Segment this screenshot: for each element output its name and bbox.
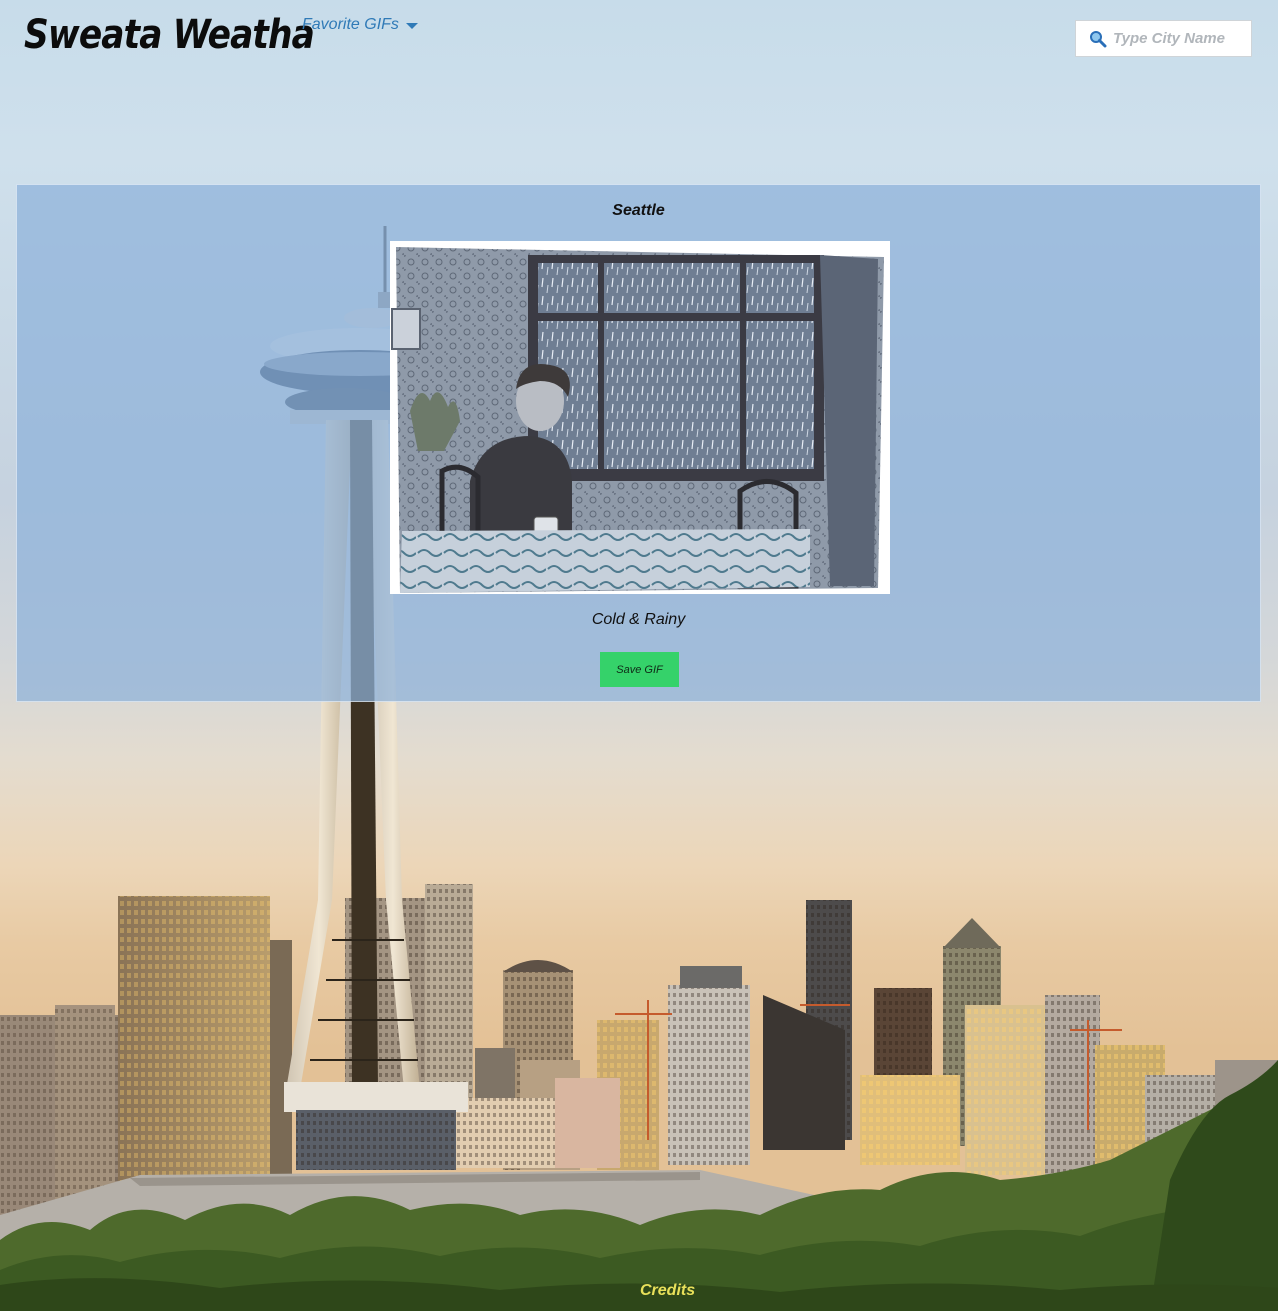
- weather-gif: [390, 241, 890, 594]
- save-gif-button[interactable]: Save GIF: [600, 652, 679, 687]
- credits-link[interactable]: Credits: [640, 1282, 695, 1300]
- city-search-box[interactable]: [1075, 20, 1252, 57]
- caret-down-icon: [405, 23, 418, 29]
- app-title: Sweata Weatha: [24, 12, 315, 58]
- favorite-gifs-dropdown[interactable]: Favorite GIFs: [302, 16, 418, 34]
- weather-condition: Cold & Rainy: [591, 611, 686, 628]
- search-icon: [1090, 30, 1107, 47]
- weather-card: Seattle Cold & Rainy Save GIF: [16, 184, 1261, 702]
- city-name: Seattle: [612, 202, 665, 219]
- city-search-input[interactable]: [1113, 30, 1245, 47]
- favorite-gifs-label: Favorite GIFs: [302, 16, 399, 33]
- rainy-window-illustration: [391, 247, 884, 593]
